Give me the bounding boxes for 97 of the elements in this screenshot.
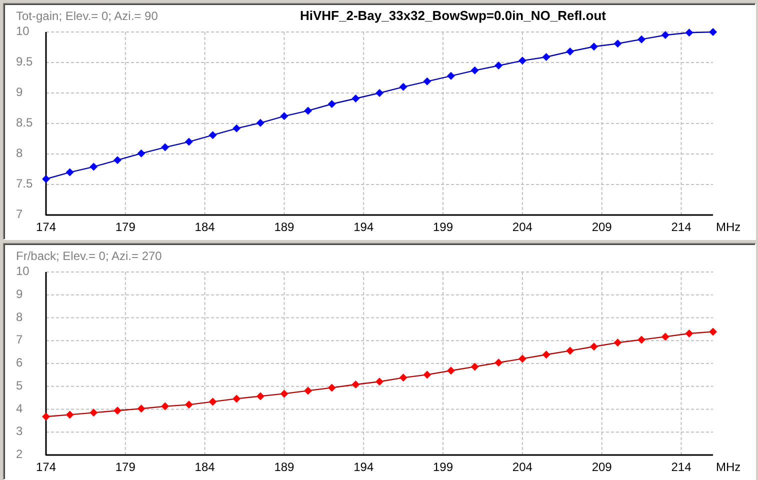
data-point: [494, 62, 503, 70]
tick-label: 179: [115, 220, 136, 234]
tick-label: 189: [274, 460, 294, 474]
tick-label: 7: [16, 332, 23, 347]
data-point: [709, 28, 717, 36]
data-point: [208, 398, 217, 406]
chart-title: Tot-gain; Elev.= 0; Azi.= 90: [16, 9, 158, 23]
tick-label: 7.5: [16, 176, 33, 190]
tick-label: 9: [16, 286, 23, 301]
tick-label: 6: [16, 356, 23, 370]
data-point: [66, 168, 74, 176]
data-point: [66, 410, 74, 419]
data-point: [161, 143, 170, 152]
axis-label: MHz: [716, 220, 741, 234]
data-point: [256, 392, 264, 400]
data-point: [208, 131, 217, 140]
data-point: [590, 342, 598, 351]
data-point: [90, 162, 98, 171]
tick-label: 5: [16, 378, 23, 392]
tick-label: 8.5: [16, 116, 33, 130]
tick-label: 189: [274, 220, 294, 234]
tick-label: 7: [16, 207, 23, 221]
data-point: [184, 400, 193, 409]
file-title: HiVHF_2-Bay_33x32_BowSwp=0.0in_NO_Refl.out: [300, 8, 606, 23]
tick-label: 10: [16, 24, 30, 38]
tick-label: 184: [194, 460, 215, 474]
data-point: [232, 124, 241, 132]
data-point: [518, 56, 526, 65]
data-point: [614, 40, 622, 48]
tick-label: 9.5: [16, 54, 33, 68]
data-point: [42, 175, 50, 183]
data-point: [328, 100, 336, 108]
tick-label: 184: [194, 220, 215, 234]
axis-label: MHz: [716, 460, 741, 474]
data-point: [446, 366, 455, 375]
chart-title: Fr/back; Elev.= 0; Azi.= 270: [16, 249, 162, 263]
tick-label: 194: [354, 220, 374, 234]
tick-label: 204: [512, 220, 532, 234]
data-point: [566, 48, 574, 56]
data-point: [709, 328, 717, 336]
data-point: [304, 106, 312, 115]
data-point: [470, 66, 479, 74]
data-point: [638, 336, 646, 344]
data-point: [113, 156, 122, 164]
data-point: [352, 94, 360, 102]
data-point: [446, 72, 455, 80]
data-point: [328, 384, 336, 392]
data-point: [137, 149, 146, 158]
tick-label: 214: [671, 220, 692, 234]
data-point: [280, 112, 288, 120]
data-point: [232, 394, 241, 403]
data-point: [161, 402, 170, 410]
data-point: [137, 404, 146, 413]
data-point: [518, 354, 526, 363]
tick-label: 209: [592, 220, 612, 234]
data-point: [661, 31, 670, 40]
tick-label: 10: [16, 264, 30, 278]
tick-label: 3: [16, 424, 23, 438]
data-point: [685, 28, 694, 37]
tick-label: 2: [16, 447, 23, 461]
data-point: [376, 378, 384, 386]
tick-label: 4: [16, 401, 23, 416]
tick-label: 174: [36, 460, 56, 474]
data-point: [256, 118, 264, 127]
data-point: [352, 380, 360, 389]
data-point: [399, 374, 408, 382]
data-point: [113, 406, 122, 415]
data-point: [376, 89, 384, 97]
tick-label: 199: [433, 460, 454, 474]
data-point: [280, 390, 288, 398]
tick-label: 8: [16, 310, 23, 324]
tick-label: 9: [16, 85, 23, 99]
tick-label: 174: [36, 220, 56, 234]
data-point: [542, 350, 550, 359]
data-point: [399, 82, 408, 91]
tick-label: 209: [592, 460, 612, 474]
data-point: [184, 138, 193, 146]
data-point: [542, 53, 550, 61]
data-point: [304, 386, 312, 395]
data-point: [90, 408, 98, 417]
tick-label: 204: [512, 460, 532, 474]
data-point: [661, 332, 670, 341]
data-point: [423, 77, 432, 86]
tick-label: 214: [671, 460, 692, 474]
tick-label: 179: [115, 460, 136, 474]
data-point: [638, 35, 646, 44]
data-point: [42, 412, 50, 421]
data-point: [423, 370, 432, 379]
data-point: [494, 358, 503, 367]
data-point: [685, 330, 694, 338]
data-point: [590, 42, 598, 51]
data-point: [614, 338, 622, 347]
data-point: [566, 346, 574, 355]
tick-label: 199: [433, 220, 454, 234]
data-point: [470, 362, 479, 371]
tick-label: 194: [354, 460, 374, 474]
tick-label: 8: [16, 146, 23, 160]
